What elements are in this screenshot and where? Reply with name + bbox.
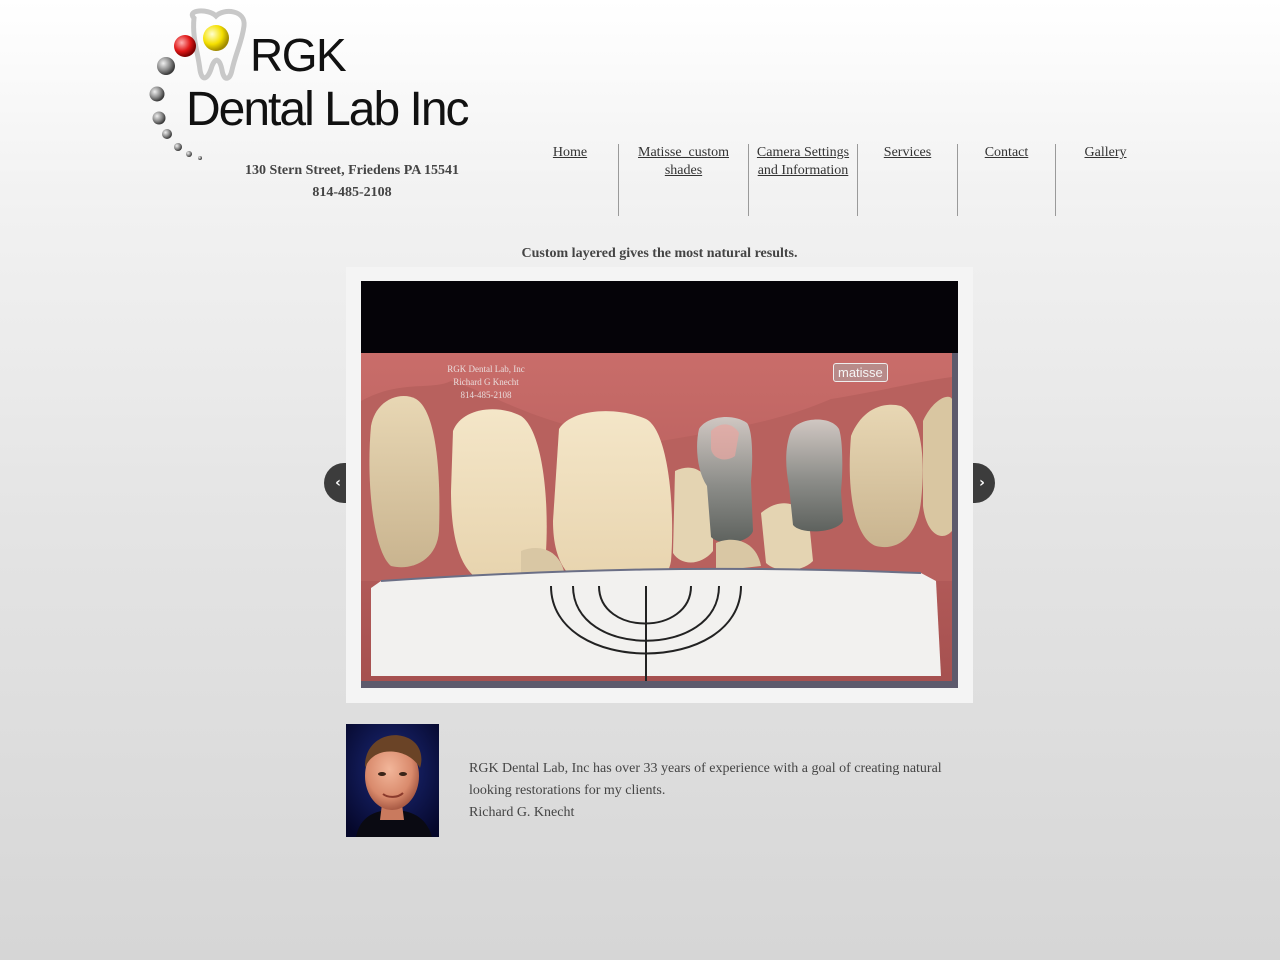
watermark-line-2: Richard G Knecht	[453, 377, 519, 387]
phone-number: 814-485-2108	[312, 185, 392, 200]
main-nav: Home Matisse_custom shades Camera Settin…	[522, 144, 1155, 216]
slideshow-next-button[interactable]: ›	[973, 463, 995, 503]
dental-photo: RGK Dental Lab, Inc Richard G Knecht 814…	[361, 281, 958, 688]
about-description: RGK Dental Lab, Inc has over 33 years of…	[469, 761, 942, 798]
nav-services[interactable]: Services	[857, 144, 957, 216]
photo-watermark: RGK Dental Lab, Inc Richard G Knecht 814…	[431, 363, 541, 402]
nav-camera-settings[interactable]: Camera Settings and Information	[748, 144, 857, 216]
nav-home[interactable]: Home	[522, 144, 618, 216]
logo-title: RGK	[250, 29, 347, 81]
nav-matisse-custom-shades[interactable]: Matisse_custom shades	[618, 144, 748, 216]
watermark-line-1: RGK Dental Lab, Inc	[447, 364, 525, 374]
slideshow-prev-button[interactable]: ‹	[324, 463, 346, 503]
portrait-illustration	[346, 724, 439, 837]
street-address: 130 Stern Street, Friedens PA 15541	[244, 163, 460, 178]
address-block: 130 Stern Street, Friedens PA 15541 814-…	[222, 160, 482, 204]
owner-portrait	[346, 724, 439, 837]
about-text: RGK Dental Lab, Inc has over 33 years of…	[469, 758, 969, 824]
teeth-photo-illustration	[361, 281, 958, 688]
logo-subtitle: Dental Lab Inc	[186, 83, 470, 136]
nav-contact[interactable]: Contact	[957, 144, 1055, 216]
about-signature: Richard G. Knecht	[469, 805, 575, 820]
watermark-line-3: 814-485-2108	[460, 390, 512, 400]
slide-caption: Custom layered gives the most natural re…	[521, 246, 798, 261]
chevron-right-icon: ›	[979, 475, 985, 491]
slideshow: RGK Dental Lab, Inc Richard G Knecht 814…	[346, 267, 973, 703]
chevron-left-icon: ‹	[335, 475, 341, 491]
matisse-brand-badge: matisse	[833, 363, 888, 382]
nav-gallery[interactable]: Gallery	[1055, 144, 1155, 216]
site-logo[interactable]: RGK Dental Lab Inc	[146, 8, 482, 168]
